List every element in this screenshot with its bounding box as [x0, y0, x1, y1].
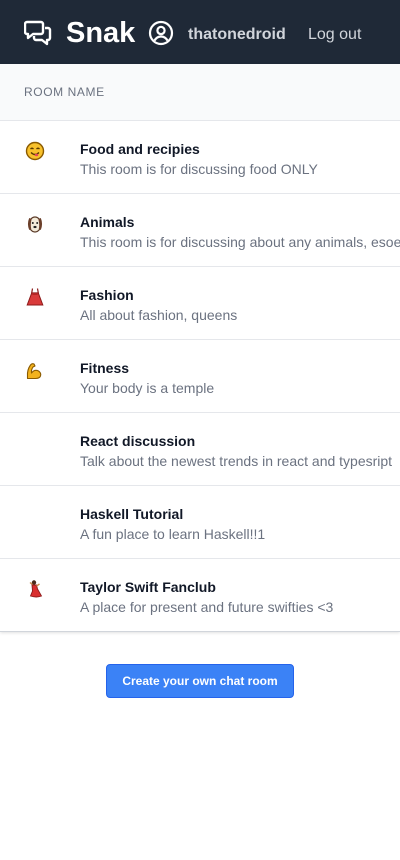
room-description: All about fashion, queens: [80, 307, 238, 323]
room-description: Talk about the newest trends in react an…: [80, 453, 393, 469]
room-row-haskell[interactable]: Haskell Tutorial A fun place to learn Ha…: [0, 486, 400, 559]
navbar: Snak thatonedroid Log out: [0, 0, 400, 64]
flexed-biceps-icon: [24, 359, 46, 381]
app-title: Snak: [66, 17, 136, 49]
room-row-fashion[interactable]: Fashion All about fashion, queens: [0, 267, 400, 340]
dress-icon: [24, 286, 46, 308]
table-header: ROOM NAME: [0, 64, 400, 121]
room-name: Animals: [80, 214, 135, 230]
dog-face-icon: [24, 213, 46, 235]
chat-bubbles-icon: [24, 20, 52, 46]
room-description: Your body is a temple: [80, 380, 215, 396]
username[interactable]: thatonedroid: [188, 25, 286, 45]
room-name: Fitness: [80, 360, 130, 376]
logout-button[interactable]: Log out: [308, 25, 361, 45]
create-chat-room-button[interactable]: Create your own chat room: [106, 664, 294, 698]
room-row-fitness[interactable]: Fitness Your body is a temple: [0, 340, 400, 413]
room-description: A place for present and future swifties …: [80, 599, 334, 615]
room-name-column-header: ROOM NAME: [24, 85, 105, 99]
room-name: Fashion: [80, 287, 134, 303]
room-name: Taylor Swift Fanclub: [80, 579, 216, 595]
room-row-react[interactable]: React discussion Talk about the newest t…: [0, 413, 400, 486]
room-row-taylor-swift[interactable]: Taylor Swift Fanclub A place for present…: [0, 559, 400, 631]
smiling-face-icon: [24, 140, 46, 162]
room-name: Food and recipies: [80, 141, 200, 157]
room-name: Haskell Tutorial: [80, 506, 184, 522]
rooms-table: ROOM NAME Food and recipies This room is…: [0, 64, 400, 632]
user-circle-icon[interactable]: [148, 20, 174, 46]
room-description: A fun place to learn Haskell!!1: [80, 526, 266, 542]
room-description: This room is for discussing food ONLY: [80, 161, 318, 177]
room-name: React discussion: [80, 433, 196, 449]
dancer-icon: [24, 578, 46, 600]
room-description: This room is for discussing about any an…: [80, 234, 400, 250]
room-row-animals[interactable]: Animals This room is for discussing abou…: [0, 194, 400, 267]
room-row-food[interactable]: Food and recipies This room is for discu…: [0, 121, 400, 194]
